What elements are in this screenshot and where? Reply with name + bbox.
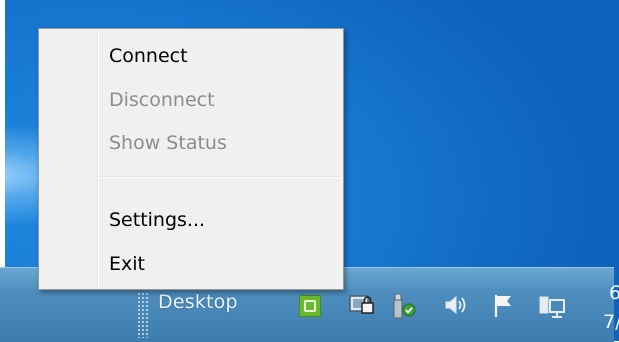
network-monitor-icon[interactable] [538, 292, 568, 318]
lock-monitor-icon[interactable] [348, 292, 378, 318]
network-check-icon[interactable] [389, 292, 419, 319]
menu-item-connect[interactable]: Connect [109, 45, 188, 67]
menu-item-show-status: Show Status [109, 132, 227, 154]
menu-separator [101, 176, 339, 178]
menu-item-disconnect: Disconnect [109, 89, 215, 111]
tray-context-menu: Connect Disconnect Show Status Settings.… [38, 28, 344, 290]
menu-item-exit[interactable]: Exit [109, 253, 145, 275]
action-center-flag-icon[interactable] [491, 292, 519, 318]
menu-item-settings[interactable]: Settings... [109, 209, 205, 231]
taskbar-grip[interactable] [137, 292, 149, 338]
app-tray-icon[interactable] [299, 295, 321, 317]
desktop-toolbar-label[interactable]: Desktop [158, 291, 238, 313]
clock-date[interactable]: 7/ [603, 311, 619, 333]
menu-icon-gutter [97, 31, 99, 287]
volume-icon[interactable] [443, 292, 471, 318]
clock-time[interactable]: 6 [609, 282, 619, 304]
